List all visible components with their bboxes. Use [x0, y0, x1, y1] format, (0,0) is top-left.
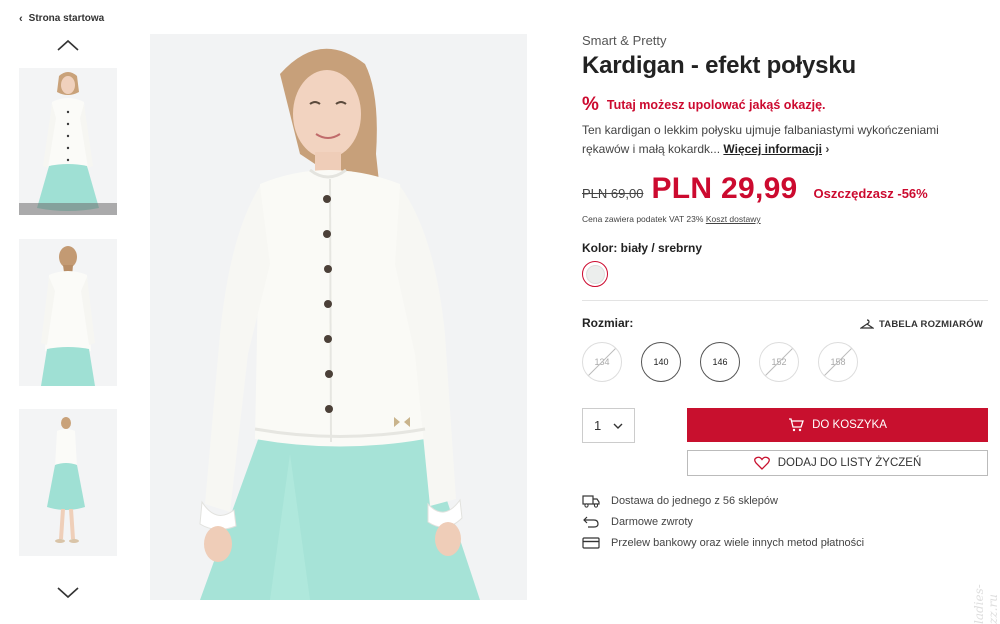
return-arrow-icon: [583, 516, 599, 528]
size-option-label: 140: [653, 357, 669, 367]
size-option-label: 152: [771, 357, 787, 367]
thumbnail-image-back: [19, 239, 117, 386]
product-title: Kardigan - efekt połysku: [582, 52, 856, 79]
hanger-icon: [860, 319, 874, 329]
returns-info: Darmowe zwroty: [582, 515, 693, 529]
size-option[interactable]: 140: [641, 342, 681, 382]
chevron-down-icon: [613, 423, 623, 429]
chevron-up-icon: [57, 39, 79, 51]
chevron-right-icon: ›: [825, 142, 830, 156]
promo-text: Tutaj możesz upolować jakąś okazję.: [606, 98, 826, 112]
quantity-value: 1: [594, 418, 602, 433]
add-to-cart-button[interactable]: DO KOSZYKA: [687, 408, 988, 442]
product-brand[interactable]: Smart & Pretty: [582, 33, 667, 48]
delivery-text: Dostawa do jednego z 56 sklepów: [611, 495, 778, 507]
size-option-label: 134: [594, 357, 610, 367]
thumbnail-1[interactable]: [19, 68, 117, 215]
truck-icon: [582, 495, 600, 508]
shipping-cost-link[interactable]: Koszt dostawy: [706, 214, 761, 224]
heart-icon: [753, 456, 770, 470]
more-info-link[interactable]: Więcej informacji: [723, 142, 822, 156]
old-price: PLN 69,00: [582, 186, 644, 201]
size-option[interactable]: 158: [818, 342, 858, 382]
cart-icon: [789, 418, 805, 432]
credit-card-icon: [582, 537, 600, 549]
thumbnail-2[interactable]: [19, 239, 117, 386]
color-swatch-white[interactable]: [582, 261, 608, 287]
payment-info: Przelew bankowy oraz wiele innych metod …: [582, 536, 864, 550]
size-option-label: 158: [830, 357, 846, 367]
savings-badge: Oszczędzasz -56%: [813, 186, 928, 201]
back-link-label: Strona startowa: [28, 13, 105, 24]
payment-text: Przelew bankowy oraz wiele innych metod …: [611, 537, 865, 549]
thumbnail-3[interactable]: [19, 409, 117, 556]
divider: [582, 300, 988, 301]
thumbnail-image-full: [19, 409, 117, 556]
size-option-label: 146: [712, 357, 728, 367]
vat-text: Cena zawiera podatek VAT 23%: [582, 214, 704, 224]
delivery-info: Dostawa do jednego z 56 sklepów: [582, 494, 778, 508]
vat-note: Cena zawiera podatek VAT 23% Koszt dosta…: [582, 214, 761, 224]
add-to-wishlist-label: DODAJ DO LISTY ŻYCZEŃ: [777, 457, 922, 469]
percent-icon: %: [582, 94, 599, 115]
promo-banner: % Tutaj możesz upolować jakąś okazję.: [582, 94, 826, 115]
price-row: PLN 69,00 PLN 29,99 Oszczędzasz -56%: [582, 172, 928, 206]
size-option[interactable]: 134: [582, 342, 622, 382]
chevron-left-icon: ‹: [19, 12, 23, 25]
size-option[interactable]: 152: [759, 342, 799, 382]
current-price: PLN 29,99: [651, 172, 798, 205]
size-table-link[interactable]: TABELA ROZMIARÓW: [860, 318, 983, 330]
color-label: Kolor: biały / srebrny: [582, 241, 703, 255]
thumbnails-down-button[interactable]: [56, 586, 80, 602]
size-option[interactable]: 146: [700, 342, 740, 382]
product-description: Ten kardigan o lekkim połysku ujmuje fal…: [582, 121, 962, 159]
product-photo: [150, 34, 527, 600]
size-label: Rozmiar:: [582, 316, 634, 330]
main-product-image[interactable]: [150, 34, 527, 600]
watermark: ladies-zz.ru: [972, 584, 1000, 624]
chevron-down-icon: [57, 587, 79, 599]
quantity-select[interactable]: 1: [582, 408, 635, 443]
thumbnail-image-front: [19, 68, 117, 215]
returns-text: Darmowe zwroty: [611, 516, 693, 528]
add-to-wishlist-button[interactable]: DODAJ DO LISTY ŻYCZEŃ: [687, 450, 988, 476]
add-to-cart-label: DO KOSZYKA: [812, 419, 887, 431]
back-link[interactable]: ‹ Strona startowa: [19, 13, 104, 24]
thumbnails-up-button[interactable]: [56, 38, 80, 54]
size-table-label: TABELA ROZMIARÓW: [879, 318, 983, 330]
